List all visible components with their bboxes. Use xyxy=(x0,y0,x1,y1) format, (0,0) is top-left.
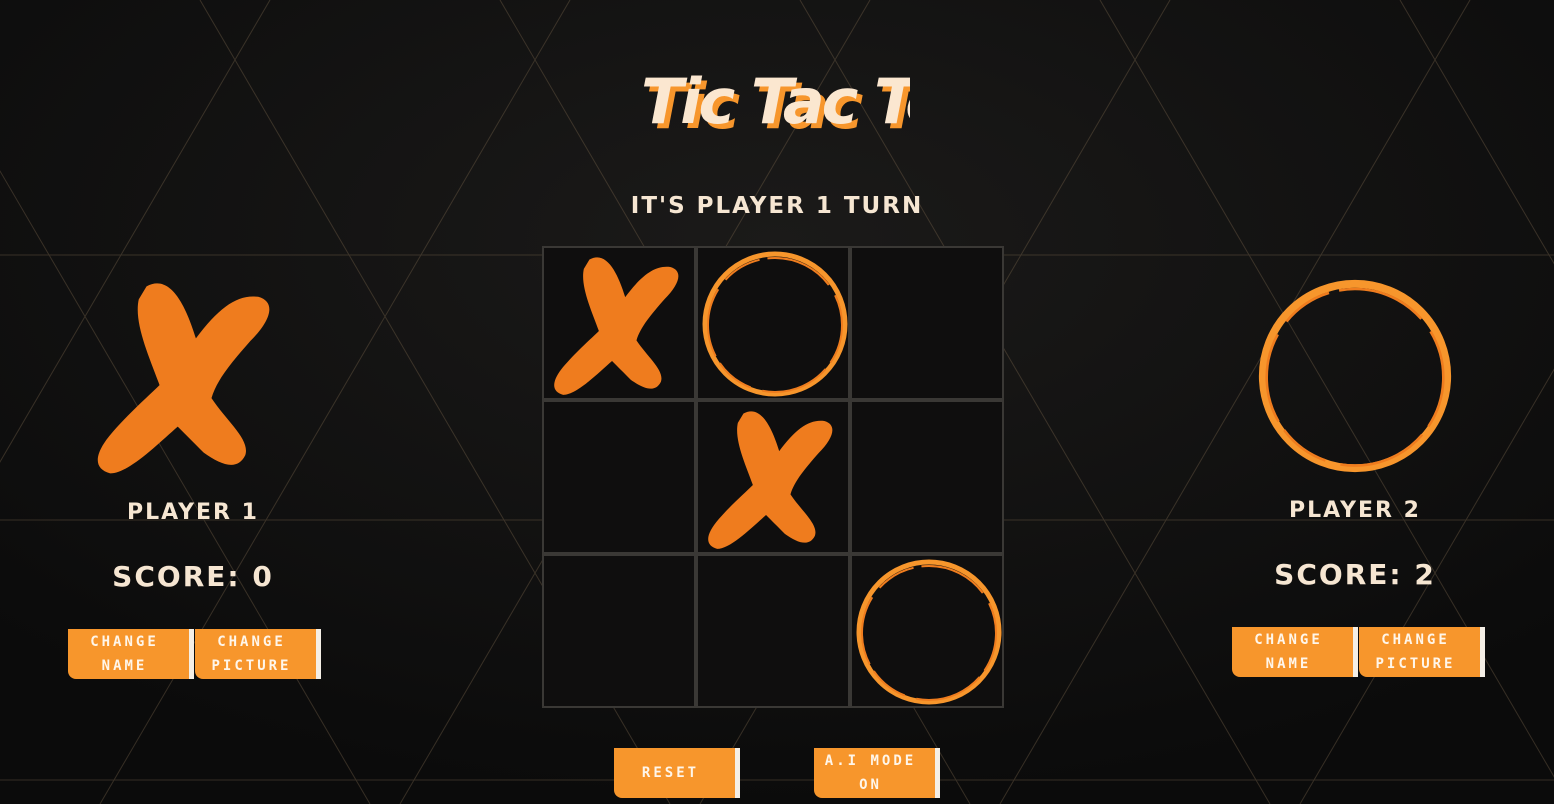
player-2-score: Score: 2 xyxy=(1274,558,1436,591)
player-2-change-picture-button[interactable]: Change Picture xyxy=(1359,627,1485,677)
game-title: Tic Tac Toe Tic Tac Toe xyxy=(638,52,993,143)
board-cell-6[interactable] xyxy=(850,400,1004,554)
board-cell-3[interactable] xyxy=(850,246,1004,400)
board-cell-4[interactable] xyxy=(542,400,696,554)
x-mark-icon xyxy=(708,411,833,549)
board-cell-8[interactable] xyxy=(696,554,850,708)
ai-mode-button[interactable]: A.I Mode On xyxy=(814,748,940,798)
reset-button[interactable]: Reset xyxy=(614,748,740,798)
player-2-name: Player 2 xyxy=(1289,498,1421,523)
player-1-change-name-button[interactable]: Change Name xyxy=(68,629,194,679)
board-cell-5[interactable] xyxy=(696,400,850,554)
title-text: Tic Tac Toe xyxy=(641,65,910,138)
game-board xyxy=(542,246,1004,708)
o-mark-icon xyxy=(856,559,1002,705)
board-cell-1[interactable] xyxy=(542,246,696,400)
player-1-x-icon[interactable] xyxy=(92,276,292,476)
turn-indicator: It's Player 1 turn xyxy=(630,193,924,219)
player-1-score: Score: 0 xyxy=(112,560,274,593)
board-cell-7[interactable] xyxy=(542,554,696,708)
player-2-change-name-button[interactable]: Change Name xyxy=(1232,627,1358,677)
x-mark-icon xyxy=(554,257,679,395)
board-cell-9[interactable] xyxy=(850,554,1004,708)
player-2-o-icon[interactable] xyxy=(1254,276,1456,476)
player-1-change-picture-button[interactable]: Change Picture xyxy=(195,629,321,679)
o-mark-icon xyxy=(702,251,848,397)
board-cell-2[interactable] xyxy=(696,246,850,400)
player-1-name: Player 1 xyxy=(127,500,259,525)
